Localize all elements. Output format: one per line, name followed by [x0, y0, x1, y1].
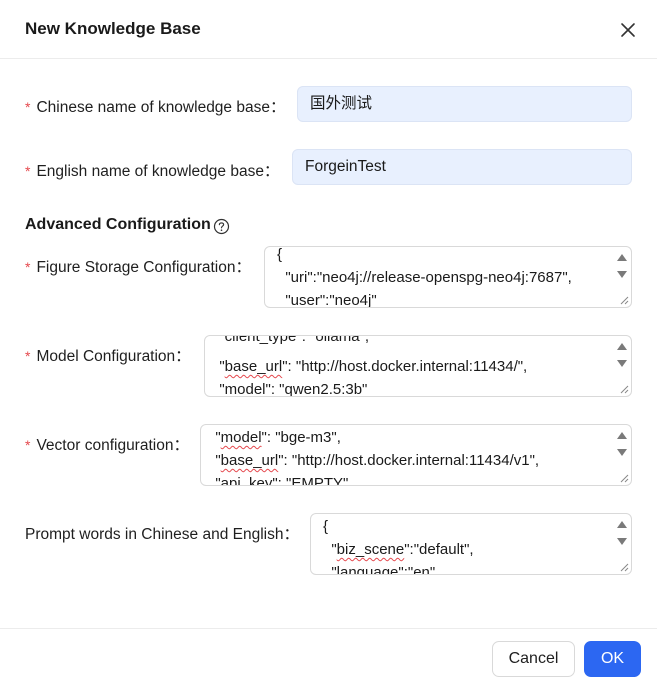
required-mark: * — [25, 348, 31, 364]
resize-grip-icon[interactable] — [619, 295, 629, 305]
resize-grip-icon[interactable] — [619, 384, 629, 394]
new-knowledge-base-dialog: New Knowledge Base * Chinese name of know… — [0, 0, 657, 683]
question-circle-icon[interactable] — [213, 218, 230, 235]
ok-button[interactable]: OK — [584, 641, 641, 677]
code-line: "api_key": "EMPTY" — [207, 475, 349, 485]
chinese-name-label: * Chinese name of knowledge base： — [25, 99, 286, 116]
model-config-textarea[interactable]: "client_type": "ollama", "base_url": "ht… — [204, 335, 632, 397]
chinese-name-input[interactable]: 国外测试 — [297, 86, 632, 122]
code-line: "base_url": "http://host.docker.internal… — [211, 358, 528, 375]
scroll-up-icon[interactable] — [617, 343, 627, 350]
required-mark: * — [25, 163, 31, 179]
scroll-down-icon[interactable] — [617, 449, 627, 456]
vector-config-label: * Vector configuration： — [25, 437, 189, 454]
required-mark: * — [25, 437, 31, 453]
code-line: "model": "qwen2.5:3b" — [211, 381, 368, 396]
resize-grip-icon[interactable] — [619, 562, 629, 572]
code-line: "uri":"neo4j://release-openspg-neo4j:768… — [277, 269, 572, 286]
code-line: { — [277, 247, 283, 263]
english-name-input[interactable]: ForgeinTest — [292, 149, 632, 185]
resize-grip-icon[interactable] — [619, 473, 629, 483]
code-line: "model": "bge-m3", — [207, 429, 341, 446]
required-mark: * — [25, 99, 31, 115]
advanced-configuration-title: Advanced Configuration — [25, 216, 211, 233]
prompt-words-textarea[interactable]: { "biz_scene":"default", "language":"en" — [310, 513, 632, 575]
dialog-title: New Knowledge Base — [25, 19, 201, 38]
scroll-down-icon[interactable] — [617, 360, 627, 367]
code-line: "biz_scene":"default", — [323, 541, 474, 558]
model-config-label: * Model Configuration： — [25, 348, 191, 365]
cancel-button[interactable]: Cancel — [492, 641, 575, 677]
english-name-label: * English name of knowledge base： — [25, 163, 280, 180]
scroll-up-icon[interactable] — [617, 254, 627, 261]
code-line: "user":"neo4j" — [277, 292, 377, 307]
figure-storage-label: * Figure Storage Configuration： — [25, 259, 251, 276]
vector-config-textarea[interactable]: "model": "bge-m3", "base_url": "http://h… — [200, 424, 632, 486]
close-icon[interactable] — [618, 20, 638, 40]
scroll-up-icon[interactable] — [617, 432, 627, 439]
dialog-header: New Knowledge Base — [0, 0, 657, 59]
code-line: "base_url": "http://host.docker.internal… — [207, 452, 540, 469]
code-line: { — [323, 518, 329, 535]
figure-storage-textarea[interactable]: { "uri":"neo4j://release-openspg-neo4j:7… — [264, 246, 632, 308]
code-line: "language":"en" — [323, 564, 436, 574]
scroll-up-icon[interactable] — [617, 521, 627, 528]
dialog-footer: Cancel OK — [0, 628, 657, 683]
scroll-down-icon[interactable] — [617, 271, 627, 278]
prompt-words-label: Prompt words in Chinese and English： — [25, 526, 299, 543]
code-line: "client_type": "ollama", — [211, 336, 370, 345]
required-mark: * — [25, 259, 31, 275]
scroll-down-icon[interactable] — [617, 538, 627, 545]
